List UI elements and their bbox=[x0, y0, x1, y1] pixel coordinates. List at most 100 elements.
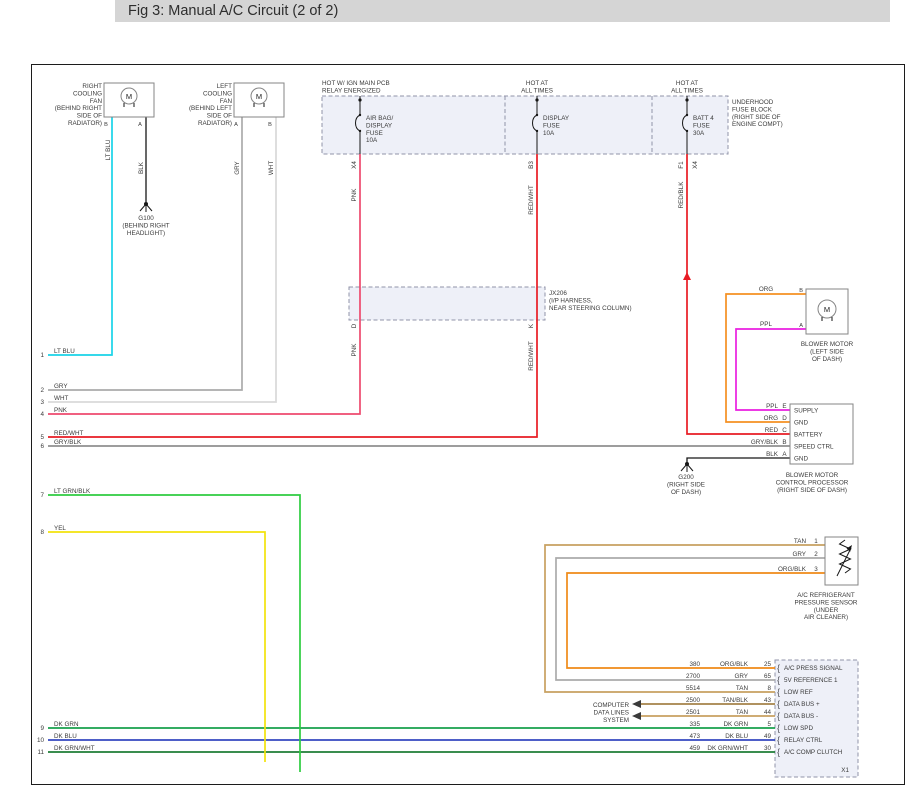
sensor-pin-wire: TAN bbox=[794, 538, 807, 545]
connector-id-x4a: X4 bbox=[351, 161, 358, 169]
left-cooling-fan-symbol: M bbox=[234, 83, 284, 117]
connector-id-f1: F1 bbox=[678, 161, 685, 169]
page: { "title_bar": { "text": "Fig 3: Manual … bbox=[0, 0, 918, 801]
connector-id-x4b: X4 bbox=[692, 161, 699, 169]
circuit-number: 2501 bbox=[686, 709, 701, 716]
wire-number: 2 bbox=[40, 387, 44, 394]
terminal-letter: A bbox=[138, 122, 142, 128]
wire-color-label: YEL bbox=[54, 525, 66, 532]
terminal-letter: B bbox=[104, 122, 108, 128]
connector-id-x1: X1 bbox=[841, 767, 849, 774]
brace: { bbox=[777, 723, 780, 733]
processor-pin-wire: GRY/BLK bbox=[751, 439, 779, 446]
wire-tag-gry: GRY bbox=[234, 160, 241, 174]
wire-color-label: TAN bbox=[736, 685, 749, 692]
processor-pin-letter: E bbox=[782, 403, 786, 410]
processor-pin-wire: PPL bbox=[766, 403, 778, 410]
terminal-letter: A bbox=[234, 122, 238, 128]
processor-label: BLOWER MOTORCONTROL PROCESSOR(RIGHT SIDE… bbox=[776, 472, 849, 494]
wire-color-label: DK GRN/WHT bbox=[707, 745, 748, 752]
blower-motor-symbol: M bbox=[806, 289, 848, 334]
terminal-letter: A bbox=[799, 323, 803, 329]
pin-number: 43 bbox=[764, 697, 772, 704]
jx206-connector-box bbox=[349, 287, 545, 320]
wire-color-label: TAN/BLK bbox=[722, 697, 749, 704]
wire-number: 6 bbox=[40, 443, 44, 450]
pin-number: 8 bbox=[767, 685, 771, 692]
wire-color-label: LT GRN/BLK bbox=[54, 488, 91, 495]
brace: { bbox=[777, 699, 780, 709]
hot-left-header: HOT W/ IGN MAIN PCBRELAY ENERGIZED bbox=[322, 80, 390, 94]
diagram-border bbox=[32, 65, 905, 785]
pin-number: 30 bbox=[764, 745, 772, 752]
wire-color-label: GRY/BLK bbox=[54, 439, 82, 446]
processor-pin-name: GND bbox=[794, 419, 808, 426]
motor-letter: M bbox=[256, 92, 262, 101]
circuit-number: 473 bbox=[689, 733, 700, 740]
brace: { bbox=[777, 663, 780, 673]
brace: { bbox=[777, 747, 780, 757]
circuit-number: 335 bbox=[689, 721, 700, 728]
brace: { bbox=[777, 675, 780, 685]
sensor-pin-wire: ORG/BLK bbox=[778, 566, 807, 573]
wiring-diagram: M M M RIGHTCOOLINGFAN(BEHIND RIGHTSIDE O… bbox=[0, 0, 918, 801]
wire-number: 11 bbox=[37, 749, 44, 756]
sensor-pin-number: 2 bbox=[814, 551, 818, 558]
wire-color-label: GRY bbox=[54, 383, 68, 390]
sensor-pin-number: 1 bbox=[814, 538, 818, 545]
wire-color-label: DK GRN bbox=[724, 721, 749, 728]
processor-pin-wire: RED bbox=[765, 427, 779, 434]
motor-letter: M bbox=[824, 305, 830, 314]
brace: { bbox=[777, 711, 780, 721]
circuit-number: 2500 bbox=[686, 697, 701, 704]
circuit-number: 5514 bbox=[686, 685, 701, 692]
processor-pin-wire: ORG bbox=[764, 415, 778, 422]
wire-color-label: LT BLU bbox=[54, 348, 75, 355]
connector-function: A/C PRESS SIGNAL bbox=[784, 665, 843, 672]
connector-function: RELAY CTRL bbox=[784, 737, 823, 744]
pin-number: 5 bbox=[767, 721, 771, 728]
wire-color-label: DK GRN/WHT bbox=[54, 745, 95, 752]
wire-number: 10 bbox=[37, 737, 45, 744]
wire-number: 8 bbox=[40, 529, 44, 536]
terminal-letter: B bbox=[799, 288, 803, 294]
brace: { bbox=[777, 735, 780, 745]
circuit-number: 2700 bbox=[686, 673, 701, 680]
processor-pin-letter: C bbox=[782, 427, 787, 434]
wire-number: 7 bbox=[40, 492, 44, 499]
processor-pin-letter: D bbox=[782, 415, 787, 422]
circuit-number: 459 bbox=[689, 745, 700, 752]
processor-pin-wire: BLK bbox=[766, 451, 779, 458]
wire-tag-redwht-lower: RED/WHT bbox=[528, 341, 535, 371]
pressure-sensor-symbol bbox=[825, 537, 858, 585]
processor-pin-name: BATTERY bbox=[794, 431, 823, 438]
wire-tag-blk: BLK bbox=[138, 161, 145, 174]
wire-tag-wht: WHT bbox=[268, 161, 275, 175]
connector-function: LOW SPD bbox=[784, 725, 813, 732]
wire-tag-ppl: PPL bbox=[760, 321, 772, 328]
pin-number: 65 bbox=[764, 673, 772, 680]
motor-letter: M bbox=[126, 92, 132, 101]
processor-pin-name: SUPPLY bbox=[794, 407, 819, 414]
connector-function: A/C COMP CLUTCH bbox=[784, 749, 843, 756]
wire-color-label: WHT bbox=[54, 395, 68, 402]
connector-function: 5V REFERENCE 1 bbox=[784, 677, 838, 684]
pin-number: 49 bbox=[764, 733, 772, 740]
wire-color-label: GRY bbox=[734, 673, 748, 680]
wire-color-label: DK BLU bbox=[54, 733, 77, 740]
wire-color-label: RED/WHT bbox=[54, 430, 84, 437]
sensor-pin-number: 3 bbox=[814, 566, 818, 573]
wire-color-label: DK GRN bbox=[54, 721, 79, 728]
sensor-pin-wire: GRY bbox=[792, 551, 806, 558]
processor-pin-name: SPEED CTRL bbox=[794, 443, 834, 450]
connector-id-b3: B3 bbox=[528, 161, 535, 169]
wire-number: 9 bbox=[40, 725, 44, 732]
wire-tag-pnk-lower: PNK bbox=[351, 343, 358, 357]
wire-tag-redblk: RED/BLK bbox=[678, 181, 685, 209]
wire-color-label: ORG/BLK bbox=[720, 661, 749, 668]
processor-pin-name: GND bbox=[794, 455, 808, 462]
wire-tag-redwht-upper: RED/WHT bbox=[528, 185, 535, 215]
pin-number: 44 bbox=[764, 709, 772, 716]
processor-pin-letter: B bbox=[782, 439, 786, 446]
connector-function: LOW REF bbox=[784, 689, 813, 696]
